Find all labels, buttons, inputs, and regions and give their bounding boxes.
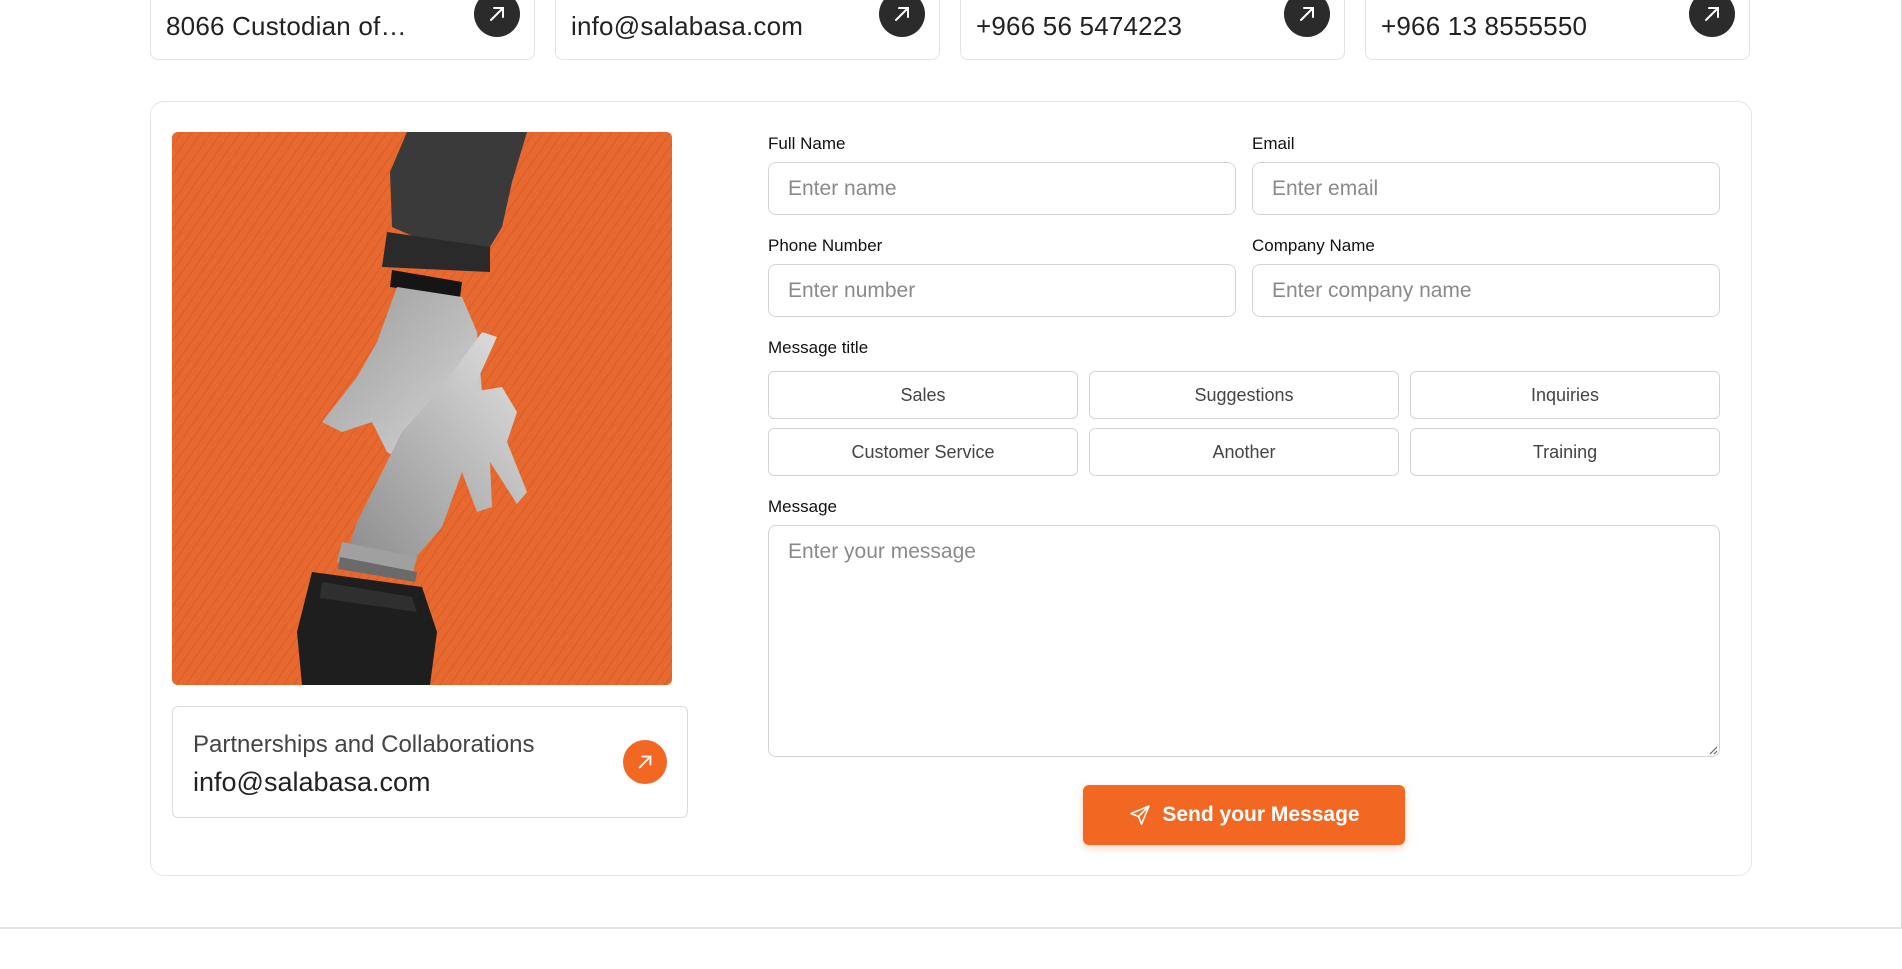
topic-chip-inquiries[interactable]: Inquiries [1410, 371, 1720, 419]
arrow-up-right-icon[interactable] [1689, 0, 1735, 37]
contact-card-value: 8066 Custodian of… [166, 11, 407, 41]
send-icon [1128, 803, 1152, 827]
contact-card-value: info@salabasa.com [571, 11, 804, 41]
arrow-up-right-icon[interactable] [1284, 0, 1330, 37]
full-name-input[interactable] [768, 162, 1236, 215]
resize-grip-icon[interactable] [1708, 745, 1718, 755]
full-name-label: Full Name [768, 134, 846, 153]
topic-chip-customer-service[interactable]: Customer Service [768, 428, 1078, 476]
message-textarea[interactable] [768, 525, 1720, 757]
footer-divider [0, 927, 1902, 929]
topic-chip-another[interactable]: Another [1089, 428, 1399, 476]
partnerships-card[interactable]: Partnerships and Collaborations info@sal… [172, 706, 688, 818]
phone-label: Phone Number [768, 236, 883, 255]
contact-card-value: +966 56 5474223 [976, 11, 1183, 41]
contact-card-address[interactable]: 8066 Custodian of… [150, 0, 535, 60]
topic-chip-training[interactable]: Training [1410, 428, 1720, 476]
contact-card-phone[interactable]: +966 13 8555550 [1365, 0, 1750, 60]
contact-card-mobile[interactable]: +966 56 5474223 [960, 0, 1345, 60]
contact-card-value: +966 13 8555550 [1381, 11, 1588, 41]
company-name-input[interactable] [1252, 264, 1720, 317]
contact-page: 8066 Custodian of… info@salabasa.com +96… [0, 0, 1902, 969]
arrow-up-right-icon[interactable] [623, 740, 667, 784]
contact-card-email[interactable]: info@salabasa.com [555, 0, 940, 60]
send-message-label: Send your Message [1162, 803, 1360, 826]
email-input[interactable] [1252, 162, 1720, 215]
message-title-label: Message title [768, 338, 869, 357]
partnerships-label: Partnerships and Collaborations [193, 731, 535, 758]
partnerships-email: info@salabasa.com [193, 767, 431, 797]
arrow-up-right-icon[interactable] [474, 0, 520, 37]
arrow-up-right-icon[interactable] [879, 0, 925, 37]
topic-chip-sales[interactable]: Sales [768, 371, 1078, 419]
email-label: Email [1252, 134, 1295, 153]
message-label: Message [768, 497, 837, 516]
hands-illustration [172, 132, 672, 685]
topic-chip-suggestions[interactable]: Suggestions [1089, 371, 1399, 419]
phone-input[interactable] [768, 264, 1236, 317]
send-message-button[interactable]: Send your Message [1083, 785, 1405, 845]
company-name-label: Company Name [1252, 236, 1375, 255]
